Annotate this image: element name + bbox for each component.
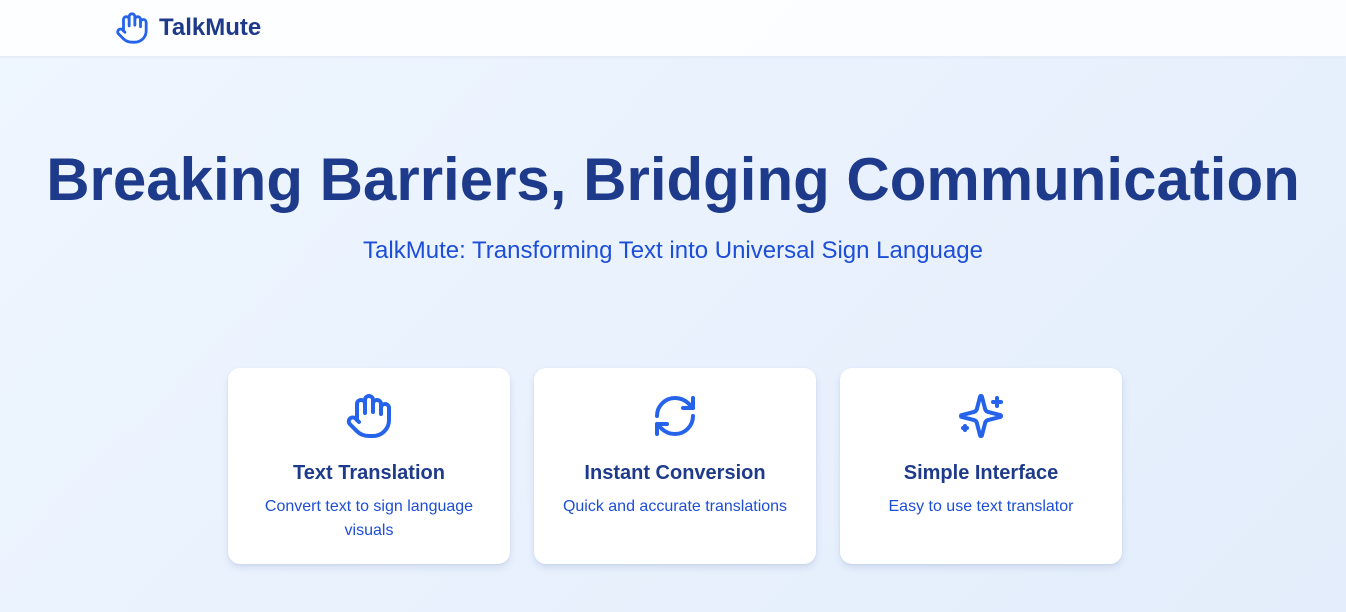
feature-description: Convert text to sign language visuals: [264, 498, 474, 539]
feature-title: Text Translation: [293, 462, 445, 484]
hero-section: Breaking Barriers, Bridging Communicatio…: [0, 150, 1346, 266]
hero-subtitle: TalkMute: Transforming Text into Univers…: [363, 237, 983, 264]
brand-logo-link[interactable]: TalkMute: [115, 11, 261, 45]
feature-description: Easy to use text translator: [888, 498, 1074, 515]
sparkles-icon: [957, 392, 1005, 440]
hand-icon: [115, 11, 149, 45]
brand-name: TalkMute: [159, 14, 262, 41]
feature-card-instant-conversion: Instant Conversion Quick and accurate tr…: [534, 368, 816, 564]
navbar: TalkMute: [0, 0, 1346, 57]
hero-title: Breaking Barriers, Bridging Communicatio…: [46, 146, 1300, 213]
hand-icon: [345, 392, 393, 440]
feature-description: Quick and accurate translations: [562, 498, 788, 515]
features-grid: Text Translation Convert text to sign la…: [228, 368, 1122, 564]
refresh-icon: [651, 392, 699, 440]
feature-card-text-translation: Text Translation Convert text to sign la…: [228, 368, 510, 564]
feature-title: Simple Interface: [903, 462, 1059, 484]
feature-card-simple-interface: Simple Interface Easy to use text transl…: [840, 368, 1122, 564]
feature-title: Instant Conversion: [584, 462, 766, 484]
